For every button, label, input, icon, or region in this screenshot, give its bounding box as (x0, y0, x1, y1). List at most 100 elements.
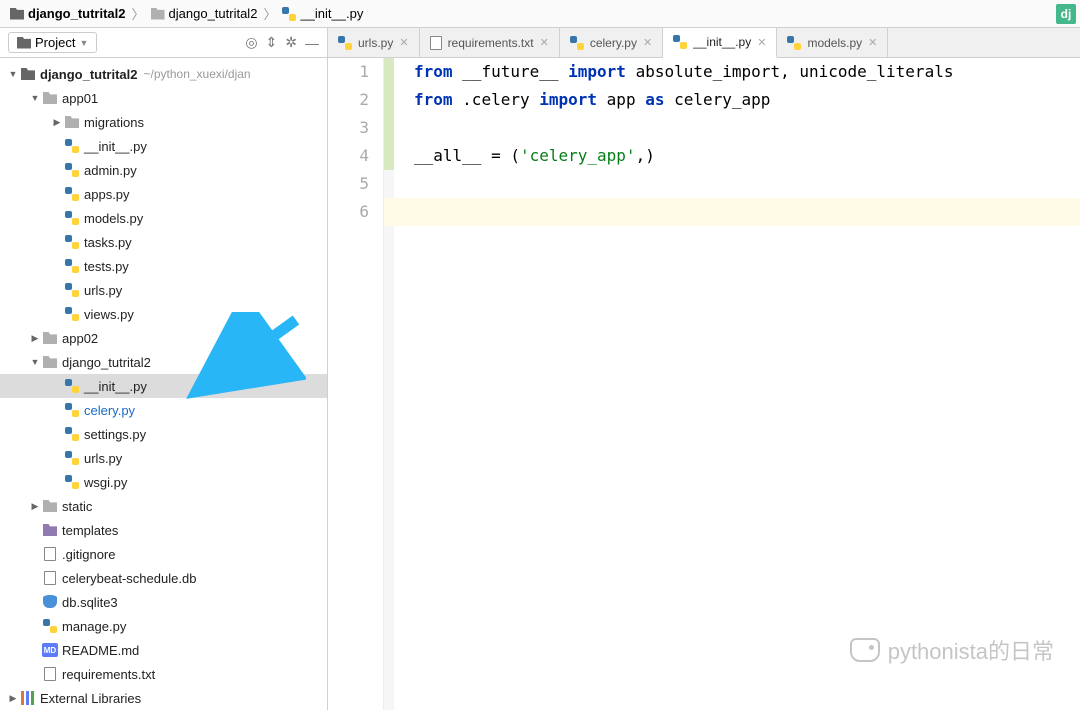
py-icon (673, 35, 687, 49)
tree-node[interactable]: ▶settings.py (0, 422, 327, 446)
editor-tab[interactable]: models.py✕ (777, 28, 888, 57)
tree-arrow-icon[interactable]: ▶ (50, 117, 64, 128)
close-icon[interactable]: ✕ (399, 36, 408, 49)
tree-node[interactable]: ▶wsgi.py (0, 470, 327, 494)
tree-node[interactable]: ▶ migrations (0, 110, 327, 134)
tree-node[interactable]: ▼django_tutrital2 (0, 350, 327, 374)
tree-node-label: templates (62, 523, 118, 538)
sidebar-header: Project ▼ ◎ ⇕ ✲ — (0, 28, 327, 58)
project-tree[interactable]: ▼django_tutrital2~/python_xuexi/djan▼app… (0, 58, 327, 710)
tree-node-label: models.py (84, 211, 143, 226)
tree-node[interactable]: ▶__init__.py (0, 374, 327, 398)
tree-node[interactable]: ▶__init__.py (0, 134, 327, 158)
tree-node-label: celery.py (84, 403, 135, 418)
tree-node-label: __init__.py (84, 379, 147, 394)
tree-node[interactable]: ▶tests.py (0, 254, 327, 278)
tree-arrow-icon[interactable]: ▶ (28, 333, 42, 344)
django-badge: dj (1056, 4, 1076, 24)
tree-node[interactable]: ▶urls.py (0, 446, 327, 470)
tree-node[interactable]: ▶db.sqlite3 (0, 590, 327, 614)
py-icon (282, 7, 296, 21)
folder-purple-icon (42, 524, 58, 536)
code-line: from .celery import app as celery_app (414, 86, 1080, 114)
close-icon[interactable]: ✕ (868, 36, 877, 49)
code-line (414, 114, 1080, 142)
code-editor[interactable]: 123456 from __future__ import absolute_i… (328, 58, 1080, 710)
tree-node[interactable]: ▶requirements.txt (0, 662, 327, 686)
project-sidebar: Project ▼ ◎ ⇕ ✲ — ▼django_tutrital2~/pyt… (0, 28, 328, 710)
py-icon (64, 211, 80, 225)
editor-area: urls.py✕requirements.txt✕celery.py✕__ini… (328, 28, 1080, 710)
tree-node-label: tasks.py (84, 235, 132, 250)
tree-node-label: manage.py (62, 619, 126, 634)
tree-node[interactable]: ▶celery.py (0, 398, 327, 422)
code-content[interactable]: from __future__ import absolute_import, … (384, 58, 1080, 710)
tree-node[interactable]: ▶ External Libraries (0, 686, 327, 710)
editor-tab[interactable]: requirements.txt✕ (420, 28, 560, 57)
py-icon (64, 283, 80, 297)
tree-arrow-icon[interactable]: ▼ (28, 357, 42, 367)
tree-node-label: External Libraries (40, 691, 141, 706)
tree-node[interactable]: ▶models.py (0, 206, 327, 230)
py-icon (64, 235, 80, 249)
breadcrumb-item[interactable]: __init__.py (278, 4, 367, 23)
tree-node[interactable]: ▶.gitignore (0, 542, 327, 566)
tree-node-label: django_tutrital2 (40, 67, 138, 82)
tree-node[interactable]: ▶tasks.py (0, 230, 327, 254)
folder-gray-icon (151, 8, 165, 20)
md-icon: MD (42, 643, 58, 657)
file-icon (42, 571, 58, 585)
tree-arrow-icon[interactable]: ▶ (28, 501, 42, 512)
tree-node-label: static (62, 499, 92, 514)
tree-arrow-icon[interactable]: ▼ (28, 93, 42, 103)
tree-node[interactable]: ▶templates (0, 518, 327, 542)
tree-node-label: app01 (62, 91, 98, 106)
tree-node-label: __init__.py (84, 139, 147, 154)
tree-node[interactable]: ▼ app01 (0, 86, 327, 110)
editor-tab[interactable]: celery.py✕ (560, 28, 663, 57)
target-icon[interactable]: ◎ (245, 34, 257, 51)
tree-node[interactable]: ▶admin.py (0, 158, 327, 182)
lib-icon (20, 691, 36, 705)
code-line (414, 170, 1080, 198)
close-icon[interactable]: ✕ (643, 36, 652, 49)
tree-node-label: migrations (84, 115, 144, 130)
tree-arrow-icon[interactable]: ▶ (6, 693, 20, 704)
tree-arrow-icon[interactable]: ▼ (6, 69, 20, 79)
tree-node-label: admin.py (84, 163, 137, 178)
tree-node-label: app02 (62, 331, 98, 346)
folder-dark-icon (10, 8, 24, 20)
tree-node[interactable]: ▼django_tutrital2~/python_xuexi/djan (0, 62, 327, 86)
project-view-dropdown[interactable]: Project ▼ (8, 32, 97, 53)
tree-node-label: celerybeat-schedule.db (62, 571, 196, 586)
py-icon (64, 163, 80, 177)
close-icon[interactable]: ✕ (757, 36, 766, 49)
tree-node[interactable]: ▶ app02 (0, 326, 327, 350)
tree-node-label: wsgi.py (84, 475, 127, 490)
py-icon (64, 475, 80, 489)
gear-icon[interactable]: ✲ (285, 34, 297, 51)
collapse-icon[interactable]: ⇕ (266, 34, 278, 51)
breadcrumb-item[interactable]: django_tutrital2 (147, 4, 262, 23)
code-line (414, 198, 1080, 226)
tree-node[interactable]: ▶manage.py (0, 614, 327, 638)
close-icon[interactable]: ✕ (540, 36, 549, 49)
folder-gray-icon (42, 92, 58, 104)
tree-node[interactable]: ▶MDREADME.md (0, 638, 327, 662)
py-icon (64, 379, 80, 393)
tree-node[interactable]: ▶celerybeat-schedule.db (0, 566, 327, 590)
editor-tab[interactable]: urls.py✕ (328, 28, 420, 57)
breadcrumb-item[interactable]: django_tutrital2 (6, 4, 130, 23)
tree-node[interactable]: ▶ static (0, 494, 327, 518)
tree-node[interactable]: ▶views.py (0, 302, 327, 326)
tree-node[interactable]: ▶urls.py (0, 278, 327, 302)
breadcrumb: django_tutrital2〉django_tutrital2〉__init… (0, 0, 1080, 28)
tree-node-label: README.md (62, 643, 139, 658)
editor-tab[interactable]: __init__.py✕ (663, 28, 777, 58)
py-icon (64, 403, 80, 417)
line-number: 3 (328, 114, 369, 142)
py-icon (787, 36, 801, 50)
minimize-icon[interactable]: — (305, 35, 319, 51)
tree-node[interactable]: ▶apps.py (0, 182, 327, 206)
py-icon (64, 187, 80, 201)
